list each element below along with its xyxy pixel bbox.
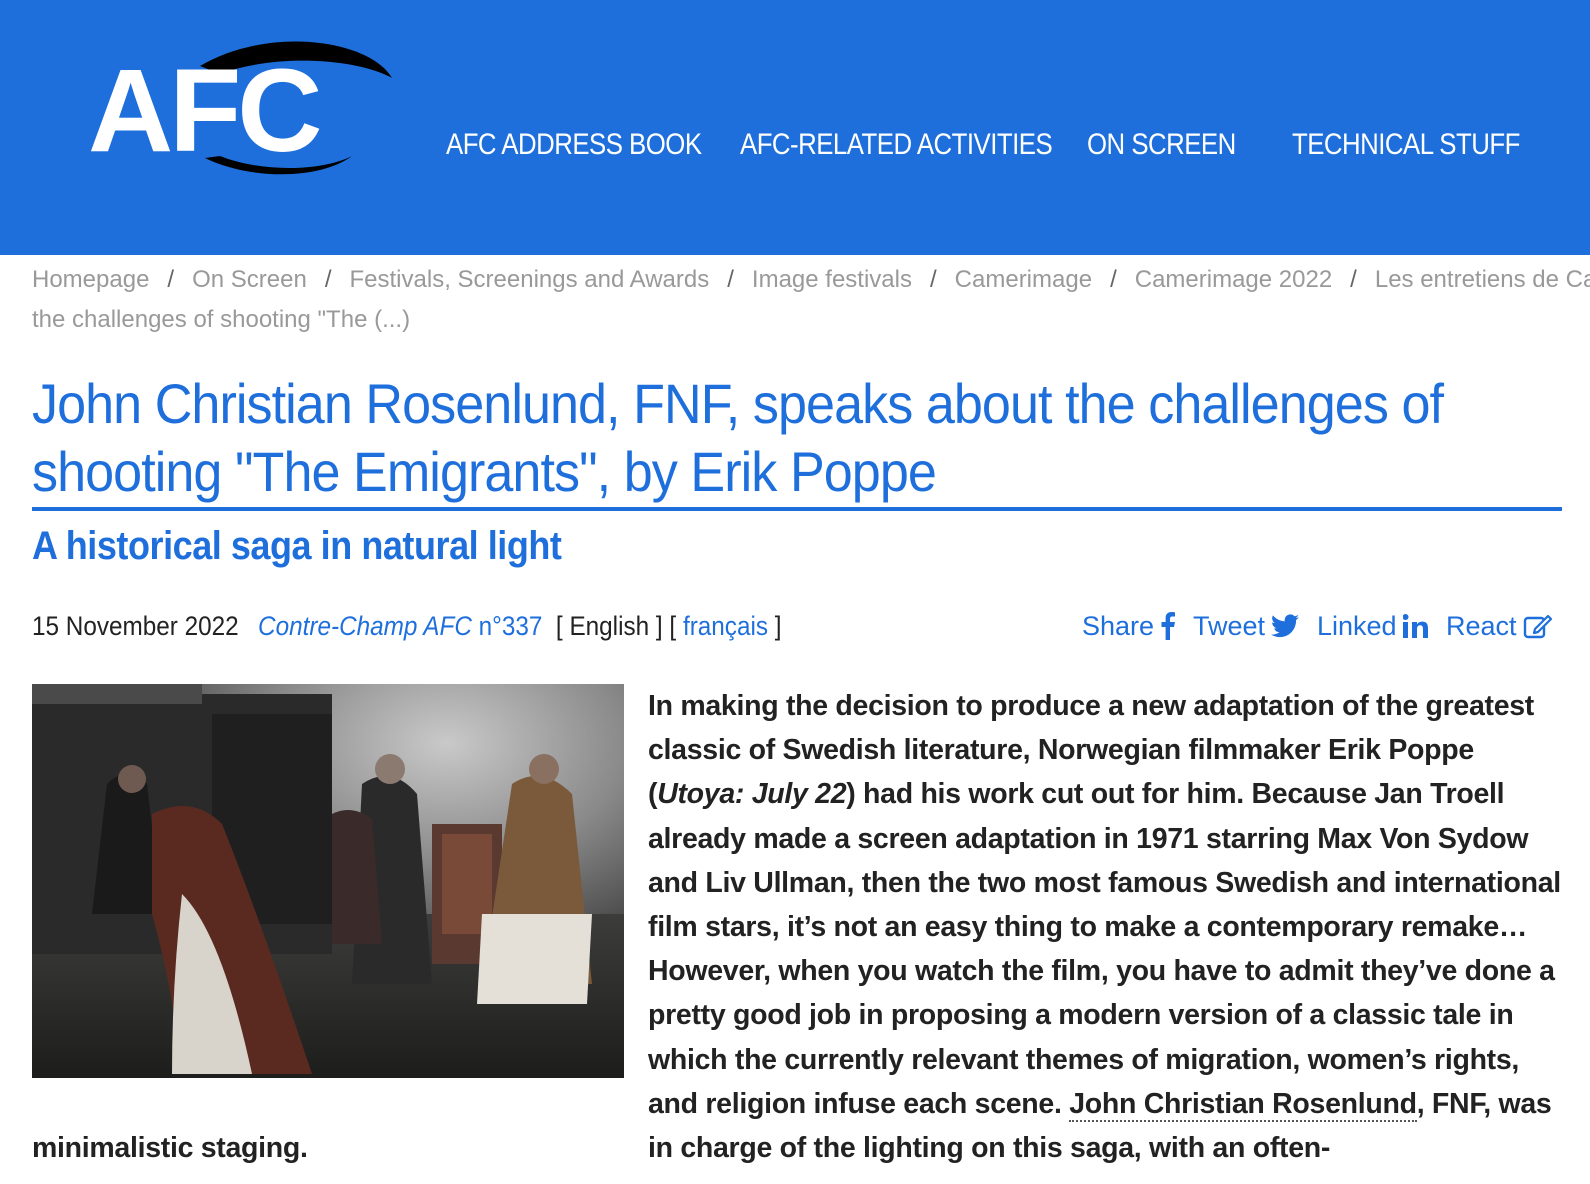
share-facebook-button[interactable]: Share xyxy=(1082,606,1176,646)
edit-icon xyxy=(1523,614,1552,639)
nav-item-technical-stuff[interactable]: TECHNICAL STUFF xyxy=(1292,128,1520,162)
share-label: Share xyxy=(1082,611,1155,641)
tweet-button[interactable]: Tweet xyxy=(1193,606,1300,646)
nav-item-on-screen[interactable]: ON SCREEN xyxy=(1087,128,1236,162)
lang-current: [ English ] xyxy=(549,611,663,641)
article-title: John Christian Rosenlund, FNF, speaks ab… xyxy=(32,372,1444,503)
film-title-italic: Utoya: July 22 xyxy=(657,778,847,811)
article-subtitle: A historical saga in natural light xyxy=(32,524,562,568)
afc-logo[interactable]: AFC xyxy=(80,30,400,190)
breadcrumb-item[interactable]: Camerimage xyxy=(955,266,1092,293)
publish-date: 15 November 2022 xyxy=(32,611,239,641)
lang-english: English xyxy=(569,611,650,641)
site-header: AFC AFC ADDRESS BOOK AFC-RELATED ACTIVIT… xyxy=(0,0,1590,255)
title-divider xyxy=(32,507,1562,511)
breadcrumb-item[interactable]: Festivals, Screenings and Awards xyxy=(350,266,710,293)
breadcrumb-item[interactable]: Les entretiens de Camerimage xyxy=(1375,266,1590,293)
issue-link[interactable]: Contre-Champ AFC n°337 xyxy=(258,611,542,641)
nav-item-address-book[interactable]: AFC ADDRESS BOOK xyxy=(446,128,702,162)
body-text-continued: minimalistic staging. xyxy=(32,1132,308,1164)
article-meta: 15 November 2022 Contre-Champ AFC n°337 … xyxy=(32,606,782,646)
film-still-image xyxy=(32,684,624,1078)
breadcrumb-separator: / xyxy=(167,266,175,293)
article-photo xyxy=(32,684,624,1078)
lang-francais-link[interactable]: français xyxy=(683,611,768,641)
tweet-label: Tweet xyxy=(1193,611,1266,641)
person-link[interactable]: John Christian Rosenlund xyxy=(1069,1087,1417,1122)
breadcrumb-separator: / xyxy=(930,266,937,293)
breadcrumb-item[interactable]: Image festivals xyxy=(752,266,912,293)
breadcrumb-separator: / xyxy=(1350,266,1357,293)
react-button[interactable]: React xyxy=(1446,606,1553,646)
breadcrumb-separator: / xyxy=(324,266,332,293)
linkedin-button[interactable]: Linked xyxy=(1317,606,1429,646)
breadcrumb-item[interactable]: Homepage xyxy=(32,266,149,293)
breadcrumb-item[interactable]: Camerimage 2022 xyxy=(1135,266,1332,293)
twitter-icon xyxy=(1271,614,1300,638)
issue-name: Contre-Champ AFC xyxy=(258,611,472,641)
logo-text: AFC xyxy=(88,45,323,177)
react-label: React xyxy=(1446,611,1517,641)
breadcrumb-separator: / xyxy=(1110,266,1117,293)
breadcrumb-item[interactable]: On Screen xyxy=(192,266,307,293)
lang-switch: [ français ] xyxy=(669,611,782,641)
breadcrumb-current: the challenges of shooting "The (...) xyxy=(32,306,411,333)
nav-item-afc-related-activities[interactable]: AFC-RELATED ACTIVITIES xyxy=(740,128,1053,162)
article-body: In making the decision to produce a new … xyxy=(648,684,1563,1170)
breadcrumb: Homepage / On Screen / Festivals, Screenings… xyxy=(32,258,1590,302)
breadcrumb-separator: / xyxy=(727,266,734,293)
facebook-icon xyxy=(1161,612,1176,640)
linked-label: Linked xyxy=(1317,611,1397,641)
issue-number: n°337 xyxy=(471,611,543,641)
body-text: ) had his work cut out for him. Because … xyxy=(648,778,1561,1120)
linkedin-icon xyxy=(1402,614,1428,638)
